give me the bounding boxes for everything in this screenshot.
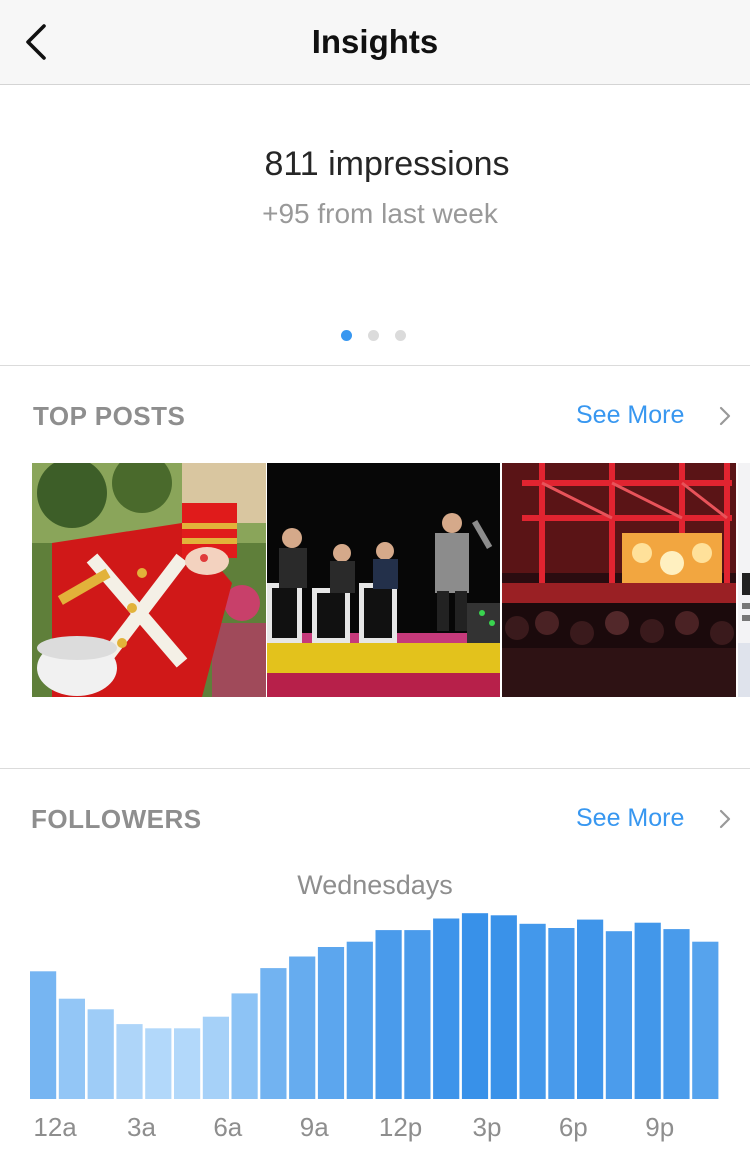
bar-8p xyxy=(605,931,632,1099)
bar-11a xyxy=(346,941,373,1099)
bar-12p xyxy=(375,930,402,1099)
bar-5p xyxy=(519,923,546,1099)
bar-2p xyxy=(433,918,460,1099)
bar-11p xyxy=(692,941,719,1099)
bar-4p xyxy=(490,915,517,1099)
bar-3a xyxy=(116,1024,143,1099)
bar-9p xyxy=(634,922,661,1099)
bar-5a xyxy=(174,1028,201,1099)
x-tick-label: 3p xyxy=(473,1112,502,1142)
bar-7p xyxy=(577,919,604,1099)
x-tick-label: 6p xyxy=(559,1112,588,1142)
bar-6p xyxy=(548,928,575,1099)
bar-10a xyxy=(317,947,345,1099)
x-tick-label: 12a xyxy=(33,1112,77,1142)
bar-7a xyxy=(231,993,258,1099)
bar-1a xyxy=(58,998,85,1099)
bar-12a xyxy=(30,971,57,1099)
bar-9a xyxy=(289,956,316,1099)
x-tick-label: 3a xyxy=(127,1112,156,1142)
followers-bar-chart: 12a 3a 6a 9a 12p 3p 6p 9p xyxy=(30,913,719,1142)
bar-2a xyxy=(87,1009,114,1099)
x-tick-label: 9a xyxy=(300,1112,329,1142)
bar-10p xyxy=(663,929,690,1099)
bar-8a xyxy=(260,968,287,1099)
bar-4a xyxy=(145,1028,172,1099)
x-tick-label: 12p xyxy=(379,1112,422,1142)
bar-3p xyxy=(461,913,489,1099)
bar-1p xyxy=(404,930,431,1099)
x-tick-label: 9p xyxy=(645,1112,674,1142)
bar-6a xyxy=(202,1016,229,1099)
x-tick-label: 6a xyxy=(213,1112,242,1142)
